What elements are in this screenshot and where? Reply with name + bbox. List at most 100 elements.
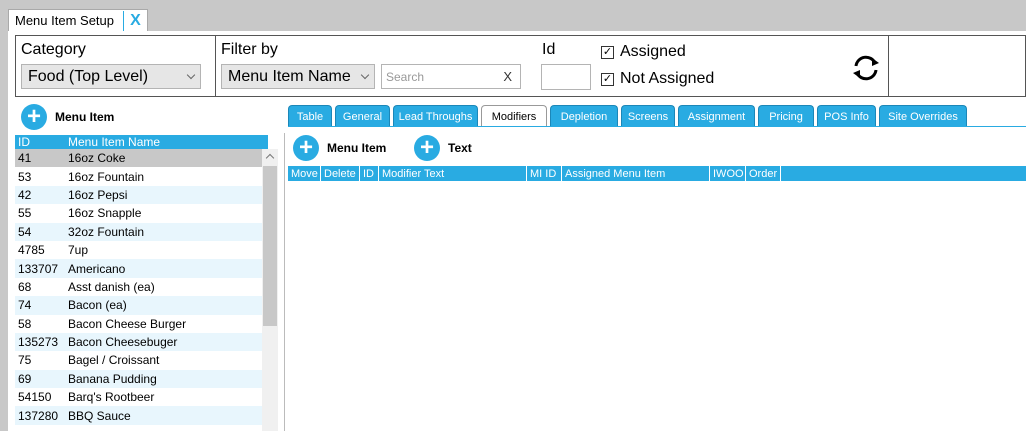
tab-table[interactable]: Table <box>288 105 332 127</box>
list-item[interactable]: 41 16oz Coke <box>15 149 268 168</box>
item-id: 41 <box>18 151 32 166</box>
item-id: 42 <box>18 187 32 202</box>
item-id: 53 <box>18 169 32 184</box>
list-item[interactable]: 75 Bagel / Croissant <box>15 351 268 370</box>
tab-pos-info[interactable]: POS Info <box>817 105 876 127</box>
item-id: 68 <box>18 279 32 294</box>
column-header-id: ID <box>18 135 30 149</box>
item-name: Asst danish (ea) <box>68 279 155 294</box>
list-rows: 41 16oz Coke 53 16oz Fountain 42 16oz Pepsi 55… <box>15 149 268 425</box>
column-header-delete: Delete <box>321 166 360 181</box>
close-icon[interactable]: X <box>123 10 147 31</box>
panel-divider <box>284 133 285 431</box>
item-name: Bacon Cheesebuger <box>68 335 178 350</box>
list-item[interactable]: 53 16oz Fountain <box>15 167 268 186</box>
add-text-label: Text <box>448 141 472 155</box>
list-item[interactable]: 68 Asst danish (ea) <box>15 277 268 297</box>
item-id: 69 <box>18 371 32 386</box>
filter-by-value: Menu Item Name <box>228 67 351 85</box>
column-header-modifier-text: Modifier Text <box>379 166 527 181</box>
item-name: Bacon (ea) <box>68 298 127 313</box>
list-item[interactable]: 135273 Bacon Cheesebuger <box>15 332 268 352</box>
list-item[interactable]: 55 16oz Snapple <box>15 204 268 223</box>
tab-underline <box>288 126 1026 127</box>
item-id: 137280 <box>18 408 59 423</box>
list-scrollbar[interactable] <box>262 149 278 431</box>
list-item[interactable]: 58 Bacon Cheese Burger <box>15 314 268 333</box>
id-label: Id <box>542 41 556 58</box>
plus-circle-icon: + <box>21 104 47 130</box>
modifiers-table-header: Move Delete ID Modifier Text MI ID Assigned M… <box>288 166 1026 181</box>
item-name: Americano <box>68 261 126 276</box>
tab-pricing[interactable]: Pricing <box>758 105 814 127</box>
window-tab[interactable]: Menu Item Setup X <box>8 9 148 31</box>
item-name: Banana Pudding <box>68 371 157 386</box>
list-item[interactable]: 54 32oz Fountain <box>15 222 268 241</box>
refresh-icon[interactable] <box>850 52 882 84</box>
scrollbar-thumb[interactable] <box>263 166 277 326</box>
chevron-down-icon <box>186 70 196 80</box>
chevron-down-icon <box>360 70 370 80</box>
plus-circle-icon: + <box>414 135 440 161</box>
tab-site-overrides[interactable]: Site Overrides <box>879 105 967 127</box>
column-header-assigned-menu-item: Assigned Menu Item <box>562 166 710 181</box>
id-input[interactable] <box>541 64 591 90</box>
category-value: Food (Top Level) <box>28 67 149 85</box>
list-item[interactable]: 133707 Americano <box>15 259 268 278</box>
add-modifier-menu-item-button[interactable]: + Menu Item <box>293 135 386 161</box>
item-id: 135273 <box>18 335 59 350</box>
filter-bar: Category Food (Top Level) Filter by Menu… <box>15 35 1026 97</box>
category-dropdown[interactable]: Food (Top Level) <box>21 64 201 89</box>
item-name: 16oz Snapple <box>68 206 142 221</box>
item-id: 55 <box>18 206 32 221</box>
scroll-up-icon[interactable] <box>265 153 275 163</box>
main-window: Category Food (Top Level) Filter by Menu… <box>8 31 1026 431</box>
category-label: Category <box>21 41 86 58</box>
item-id: 54150 <box>18 390 52 405</box>
item-name: 7up <box>68 243 89 258</box>
list-item[interactable]: 42 16oz Pepsi <box>15 185 268 205</box>
item-name: 16oz Fountain <box>68 169 145 184</box>
add-menu-item-label: Menu Item <box>55 110 115 124</box>
item-id: 133707 <box>18 261 59 276</box>
column-header-id: ID <box>360 166 379 181</box>
checkbox-checked-icon: ✓ <box>601 72 614 86</box>
item-id: 74 <box>18 298 32 313</box>
item-name: 16oz Coke <box>68 151 126 166</box>
list-item[interactable]: 4785 7up <box>15 240 268 260</box>
tab-lead-throughs[interactable]: Lead Throughs <box>393 105 478 127</box>
list-item[interactable]: 69 Banana Pudding <box>15 369 268 389</box>
not-assigned-label: Not Assigned <box>620 70 715 87</box>
search-clear-icon[interactable]: X <box>503 69 512 84</box>
list-item[interactable]: 137280 BBQ Sauce <box>15 406 268 425</box>
list-item[interactable]: 54150 Barq's Rootbeer <box>15 388 268 407</box>
item-name: Bacon Cheese Burger <box>68 316 187 331</box>
item-id: 54 <box>18 224 32 239</box>
tab-assignment[interactable]: Assignment <box>678 105 755 127</box>
tab-depletion[interactable]: Depletion <box>550 105 618 127</box>
column-header-name: Menu Item Name <box>68 135 161 149</box>
item-id: 4785 <box>18 243 45 258</box>
search-placeholder: Search <box>386 69 425 84</box>
window-title: Menu Item Setup <box>15 13 114 28</box>
add-menu-item-button[interactable]: + Menu Item <box>21 104 114 130</box>
assigned-checkbox[interactable]: ✓ Assigned <box>601 43 686 61</box>
filter-section: Filter by Menu Item Name Search X Id ✓ A… <box>216 36 889 96</box>
item-name: Bagel / Croissant <box>68 353 160 368</box>
item-name: BBQ Sauce <box>68 408 131 423</box>
search-input[interactable]: Search X <box>381 64 521 89</box>
tab-modifiers[interactable]: Modifiers <box>481 105 547 127</box>
list-header: ID Menu Item Name <box>15 135 268 149</box>
column-header-order: Order <box>746 166 782 181</box>
checkbox-checked-icon: ✓ <box>601 45 614 59</box>
filter-by-dropdown[interactable]: Menu Item Name <box>221 64 375 89</box>
tab-screens[interactable]: Screens <box>621 105 675 127</box>
column-header-mi-id: MI ID <box>527 166 562 181</box>
item-name: Barq's Rootbeer <box>68 390 155 405</box>
add-text-button[interactable]: + Text <box>414 135 472 161</box>
not-assigned-checkbox[interactable]: ✓ Not Assigned <box>601 70 714 88</box>
item-id: 58 <box>18 316 32 331</box>
tab-general[interactable]: General <box>335 105 390 127</box>
empty-section <box>889 36 1025 96</box>
list-item[interactable]: 74 Bacon (ea) <box>15 296 268 315</box>
